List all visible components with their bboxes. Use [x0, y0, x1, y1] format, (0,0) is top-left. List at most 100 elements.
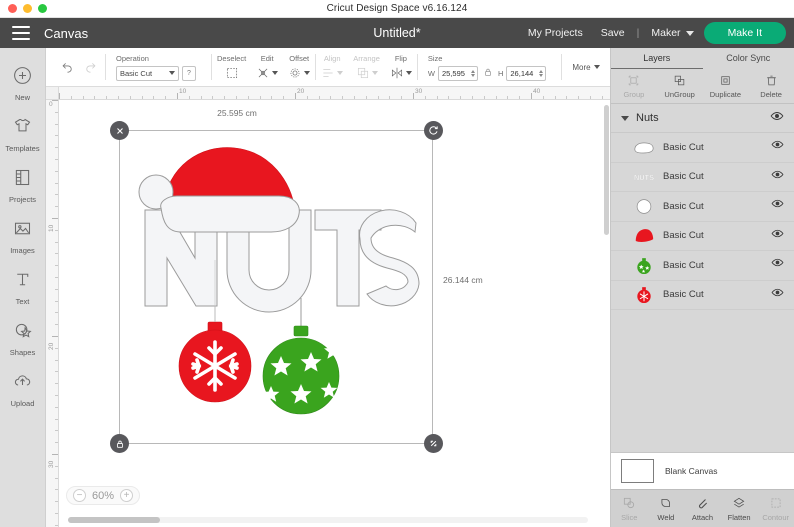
layer-label: Basic Cut	[663, 289, 704, 301]
height-input[interactable]: 26,144	[506, 65, 547, 81]
sidebar-item-new[interactable]: New	[0, 58, 46, 109]
slice-button[interactable]: Slice	[611, 496, 648, 522]
offset-button[interactable]: Offset	[283, 48, 315, 87]
duplicate-button[interactable]: Duplicate	[703, 74, 749, 99]
ungroup-button[interactable]: UnGroup	[657, 74, 703, 99]
ruler-tick-label: 30	[48, 460, 55, 468]
duplicate-icon	[703, 74, 749, 88]
tab-color-sync[interactable]: Color Sync	[703, 48, 794, 69]
flip-button[interactable]: Flip	[385, 48, 417, 87]
edit-button[interactable]: Edit	[251, 48, 283, 87]
weld-button[interactable]: Weld	[648, 496, 685, 522]
sidebar-item-upload[interactable]: Upload	[0, 364, 46, 415]
zoom-level: 60%	[92, 489, 115, 502]
size-label: Size	[427, 53, 443, 63]
deselect-button[interactable]: Deselect	[212, 48, 251, 87]
eye-icon[interactable]	[770, 109, 784, 128]
svg-text:NUTS: NUTS	[634, 173, 654, 182]
zoom-out-button[interactable]: −	[73, 489, 86, 502]
green-ornament-thumb	[637, 257, 651, 274]
lock-aspect-handle[interactable]	[110, 434, 129, 453]
arrange-button[interactable]: Arrange	[348, 48, 385, 87]
canvas-horizontal-scrollbar[interactable]	[68, 517, 588, 523]
make-it-button[interactable]: Make It	[703, 22, 786, 44]
zoom-in-button[interactable]: +	[120, 489, 134, 502]
cricut-design-space-window: Cricut Design Space v6.16.124 Canvas Unt…	[0, 0, 794, 527]
eye-icon[interactable]	[771, 227, 784, 245]
canvas-vertical-scrollbar[interactable]	[604, 105, 609, 515]
santa-hat-thumb	[635, 229, 654, 243]
blank-canvas-row[interactable]: Blank Canvas	[611, 452, 794, 489]
layer-label: Basic Cut	[663, 230, 704, 242]
layer-group-nuts[interactable]: Nuts	[611, 104, 794, 133]
sidebar-item-text[interactable]: Text	[0, 262, 46, 313]
chevron-down-icon	[169, 71, 175, 75]
list-item[interactable]: Basic Cut	[611, 192, 794, 222]
book-icon	[0, 167, 46, 193]
layer-label: Basic Cut	[663, 259, 704, 271]
list-item[interactable]: NUTS Basic Cut	[611, 163, 794, 192]
window-titlebar: Cricut Design Space v6.16.124	[0, 0, 794, 18]
contour-icon	[757, 496, 794, 511]
hamburger-icon[interactable]	[12, 26, 30, 40]
slice-label: Slice	[621, 512, 638, 522]
upload-cloud-icon	[0, 371, 46, 397]
eye-icon[interactable]	[771, 138, 784, 156]
flatten-button[interactable]: Flatten	[721, 496, 758, 522]
sidebar-item-images[interactable]: Images	[0, 211, 46, 262]
offset-label: Offset	[289, 53, 310, 63]
list-item[interactable]: Basic Cut	[611, 133, 794, 163]
delete-button[interactable]: Delete	[748, 74, 794, 99]
more-button[interactable]: More	[562, 62, 600, 72]
arrange-icon	[356, 66, 378, 81]
save-button[interactable]: Save	[592, 27, 634, 39]
height-stepper[interactable]	[539, 69, 544, 77]
tab-layers[interactable]: Layers	[611, 48, 703, 69]
canvas-label: Canvas	[44, 25, 89, 41]
eye-icon[interactable]	[771, 168, 784, 186]
layer-label: Basic Cut	[663, 141, 704, 153]
redo-icon[interactable]	[83, 59, 98, 76]
undo-icon[interactable]	[60, 59, 75, 76]
rotate-selection-handle[interactable]	[424, 121, 443, 140]
group-button[interactable]: Group	[611, 74, 657, 99]
app-header: Canvas Untitled* My Projects Save | Make…	[0, 18, 794, 48]
my-projects-link[interactable]: My Projects	[519, 27, 592, 39]
list-item[interactable]: Basic Cut	[611, 251, 794, 281]
design-artwork[interactable]	[119, 130, 433, 444]
machine-selector[interactable]: Maker	[642, 27, 694, 39]
list-item[interactable]: Basic Cut	[611, 281, 794, 310]
sidebar-item-templates[interactable]: Templates	[0, 109, 46, 160]
right-panel: Layers Color Sync Group UnGroup Duplicat…	[610, 48, 794, 527]
flatten-label: Flatten	[727, 512, 751, 522]
delete-selection-handle[interactable]	[110, 121, 129, 140]
sidebar-item-label: Text	[15, 297, 30, 306]
sidebar-item-projects[interactable]: Projects	[0, 160, 46, 211]
list-item[interactable]: Basic Cut	[611, 222, 794, 251]
eye-icon[interactable]	[771, 197, 784, 215]
align-button[interactable]: Align	[316, 48, 348, 87]
canvas-surface[interactable]: 25.595 cm 26.144 cm	[59, 100, 610, 527]
sidebar-item-label: Images	[10, 246, 35, 255]
sidebar-item-shapes[interactable]: Shapes	[0, 313, 46, 364]
width-stepper[interactable]	[470, 69, 475, 77]
eye-icon[interactable]	[771, 256, 784, 274]
duplicate-label: Duplicate	[709, 89, 742, 99]
lock-icon[interactable]	[483, 67, 493, 79]
canvas-color-swatch[interactable]	[621, 459, 654, 483]
sidebar-item-label: Projects	[8, 195, 37, 204]
more-label: More	[572, 62, 591, 72]
operation-select[interactable]: Basic Cut	[116, 65, 179, 81]
width-input[interactable]: 25,595	[437, 65, 478, 81]
eye-icon[interactable]	[771, 286, 784, 304]
ruler-tick-label: 40	[533, 88, 541, 95]
design-canvas[interactable]: 10 20 30 40 10 20 30 0 25.595 cm 26.144 cm	[46, 87, 610, 527]
selection-width-label: 25.595 cm	[217, 108, 257, 118]
operation-help-button[interactable]: ?	[182, 65, 196, 81]
chevron-down-icon[interactable]	[621, 115, 629, 121]
contour-button[interactable]: Contour	[757, 496, 794, 522]
contour-label: Contour	[762, 512, 790, 522]
attach-button[interactable]: Attach	[684, 496, 721, 522]
flip-label: Flip	[394, 53, 407, 63]
resize-selection-handle[interactable]	[424, 434, 443, 453]
